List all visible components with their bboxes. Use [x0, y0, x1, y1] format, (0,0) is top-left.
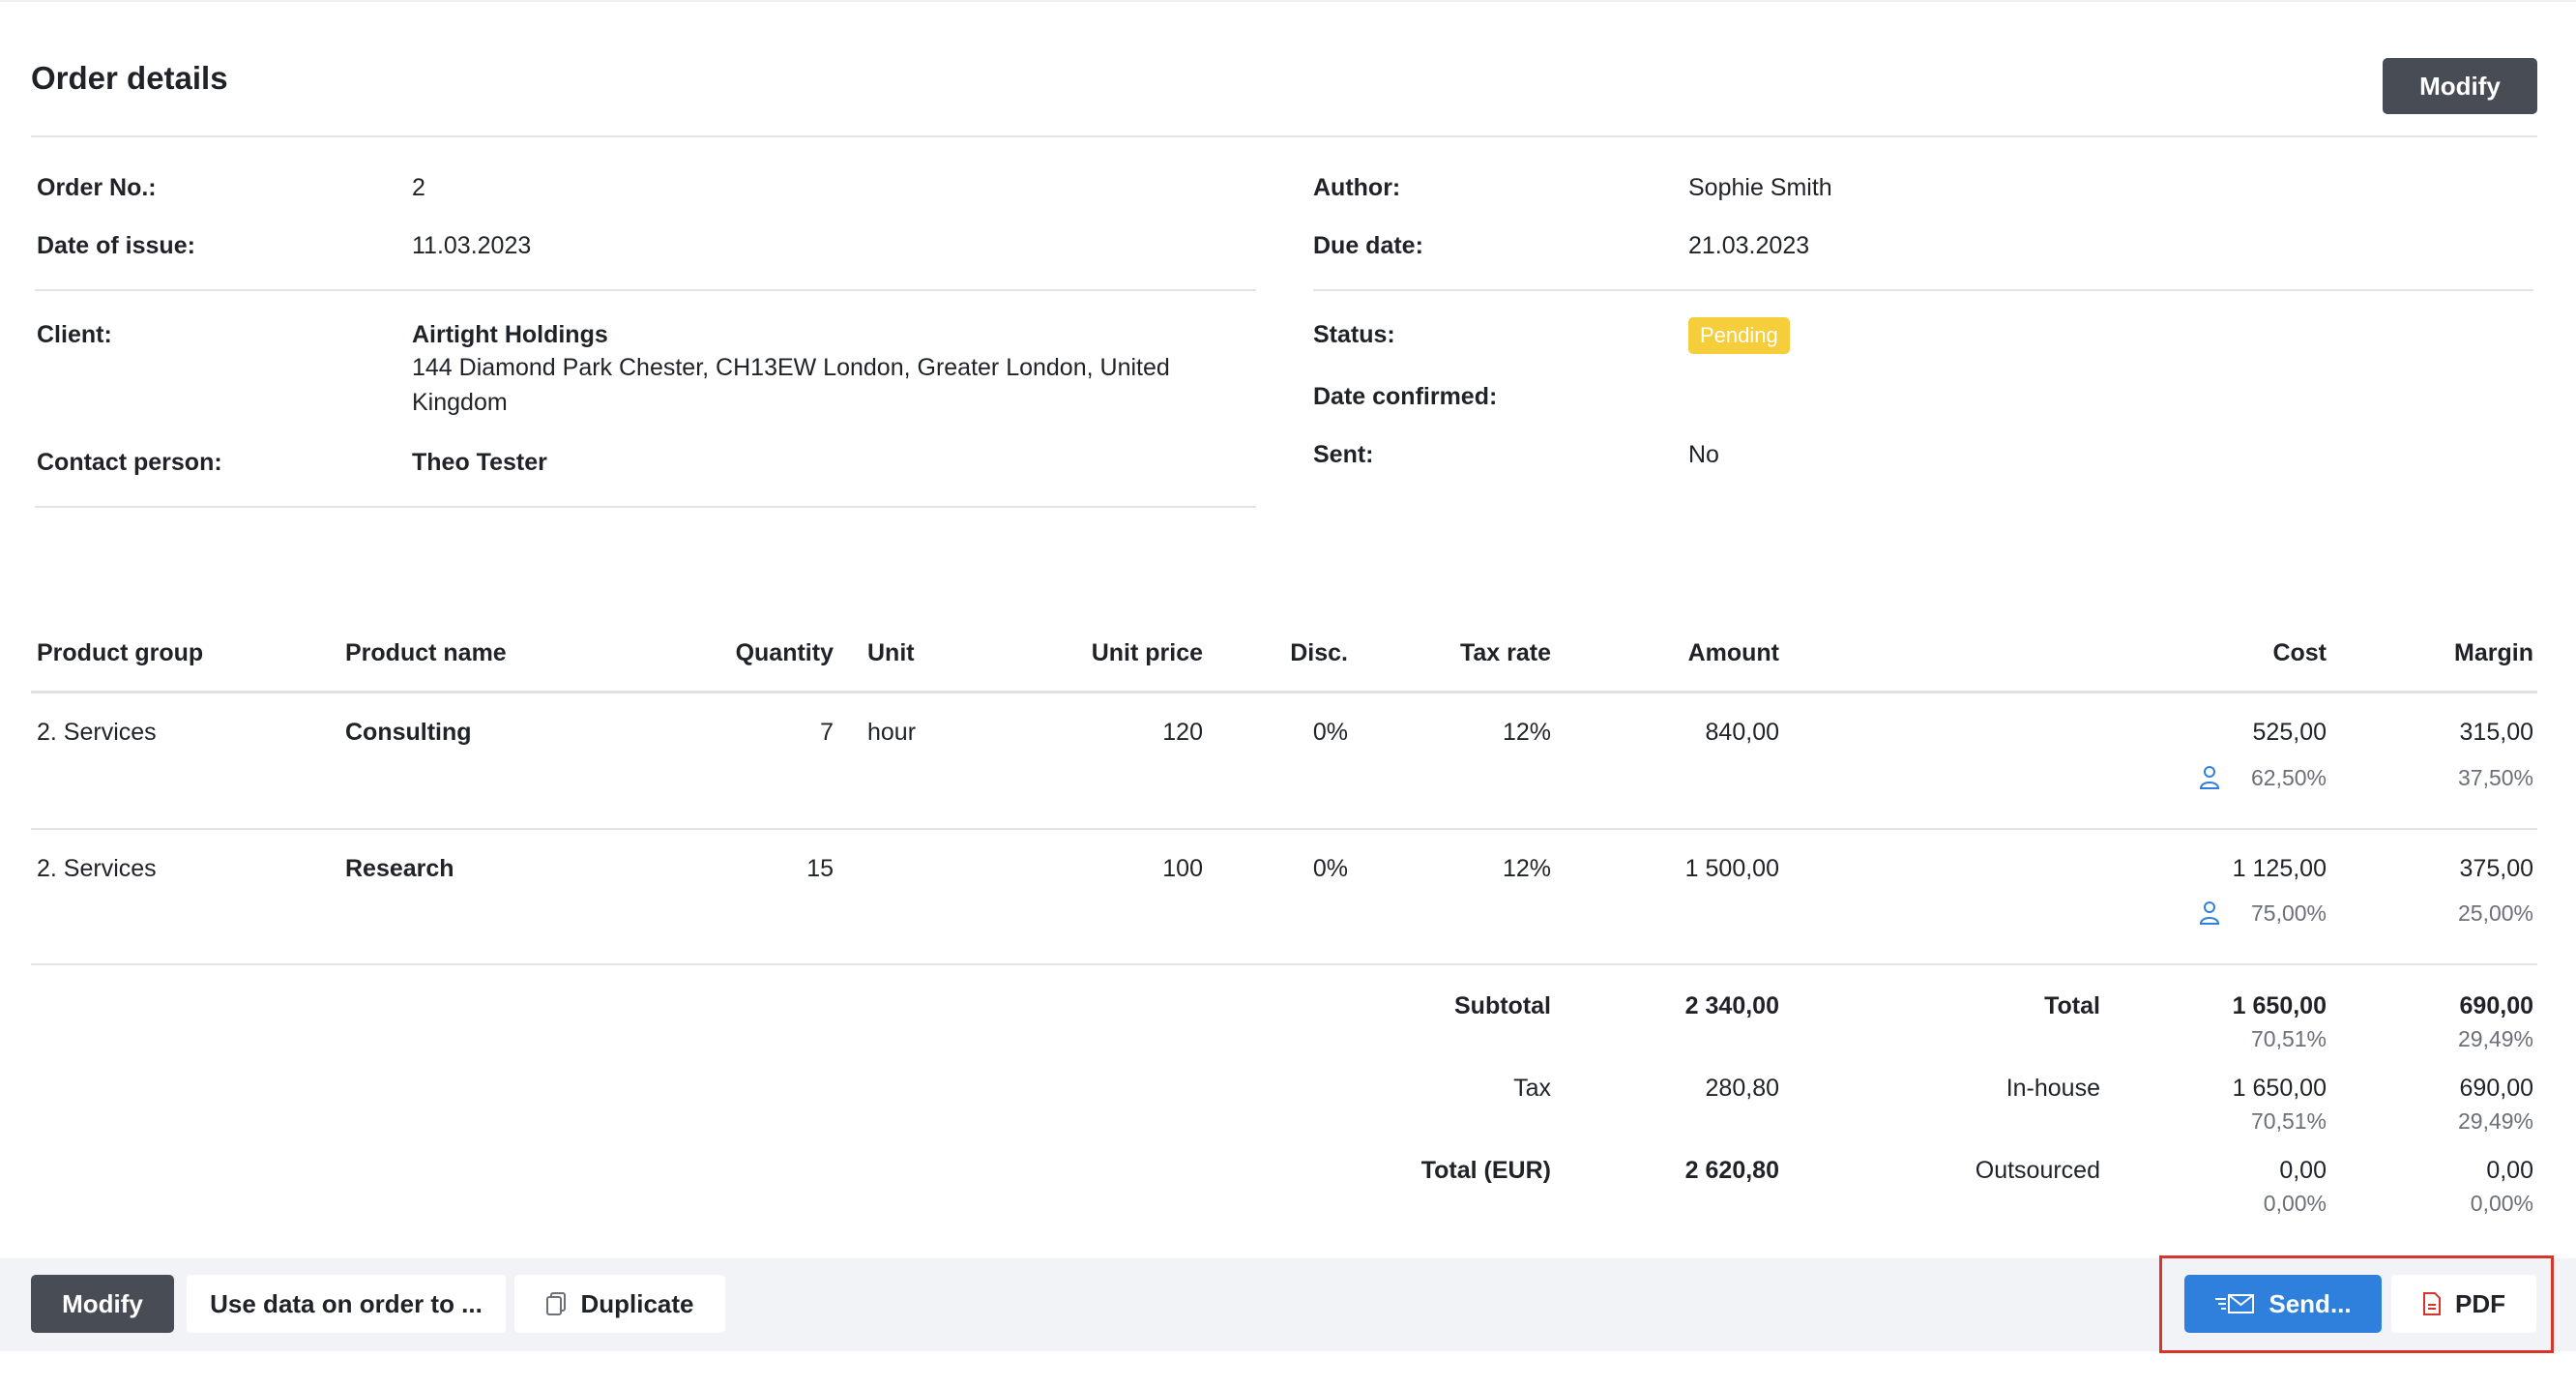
top-border: [0, 0, 2576, 2]
outsourced-cost-pct: 0,00%: [2263, 1191, 2327, 1216]
total-margin-pct: 29,49%: [2457, 1026, 2533, 1051]
details-divider-right: [1313, 289, 2533, 291]
highlight-box: [2159, 1255, 2554, 1353]
row-tax-rate: 12%: [1502, 719, 1551, 746]
subtotal-value: 2 340,00: [1684, 992, 1779, 1019]
row-margin: 315,00: [2459, 719, 2533, 746]
contact-value: Theo Tester: [412, 449, 547, 476]
row-cost-pct: 62,50%: [2250, 765, 2327, 790]
row-unit-price: 100: [1162, 855, 1203, 882]
modify-button-top[interactable]: Modify: [2383, 58, 2537, 114]
inhouse-label: In-house: [2005, 1075, 2100, 1102]
row-quantity: 7: [820, 719, 834, 746]
inhouse-margin-pct: 29,49%: [2457, 1108, 2533, 1134]
row-disc: 0%: [1312, 719, 1348, 746]
total-cost-label: Total: [2044, 992, 2100, 1019]
order-no-value: 2: [412, 174, 425, 201]
client-name: Airtight Holdings: [412, 321, 608, 348]
row-margin-pct: 25,00%: [2457, 900, 2533, 926]
page-title: Order details: [31, 60, 228, 96]
tax-label: Tax: [1513, 1075, 1551, 1102]
row-product-name: Research: [345, 855, 454, 882]
date-confirmed-label: Date confirmed:: [1313, 383, 1498, 410]
col-unit-price: Unit price: [1091, 639, 1203, 666]
duplicate-button[interactable]: Duplicate: [514, 1275, 725, 1333]
order-no-label: Order No.:: [37, 174, 157, 201]
outsourced-margin-pct: 0,00%: [2470, 1191, 2533, 1216]
inhouse-cost-pct: 70,51%: [2250, 1108, 2327, 1134]
date-issue-value: 11.03.2023: [412, 232, 532, 259]
sent-label: Sent:: [1313, 441, 1374, 468]
row-amount: 1 500,00: [1684, 855, 1779, 882]
author-label: Author:: [1313, 174, 1401, 201]
client-label: Client:: [37, 321, 112, 348]
row-quantity: 15: [806, 855, 834, 882]
row-divider: [31, 963, 2537, 965]
row-cost: 1 125,00: [2232, 855, 2327, 882]
outsourced-margin: 0,00: [2486, 1157, 2533, 1184]
row-tax-rate: 12%: [1502, 855, 1551, 882]
col-cost: Cost: [2272, 639, 2327, 666]
total-cost-pct: 70,51%: [2250, 1026, 2327, 1051]
use-data-button[interactable]: Use data on order to ...: [187, 1275, 506, 1333]
col-tax-rate: Tax rate: [1459, 639, 1551, 666]
sent-value: No: [1688, 441, 1719, 468]
modify-button[interactable]: Modify: [31, 1275, 174, 1333]
row-disc: 0%: [1312, 855, 1348, 882]
row-cost: 525,00: [2252, 719, 2327, 746]
row-unit: hour: [867, 719, 917, 746]
total-cost-value: 1 650,00: [2232, 992, 2327, 1019]
col-disc: Disc.: [1290, 639, 1348, 666]
col-quantity: Quantity: [735, 639, 834, 666]
client-address: 144 Diamond Park Chester, CH13EW London,…: [412, 354, 1170, 416]
tax-value: 280,80: [1705, 1075, 1779, 1102]
subtotal-label: Subtotal: [1454, 992, 1551, 1019]
outsourced-label: Outsourced: [1975, 1157, 2100, 1184]
row-margin: 375,00: [2459, 855, 2533, 882]
date-issue-label: Date of issue:: [37, 232, 195, 259]
col-unit: Unit: [867, 639, 915, 666]
author-value: Sophie Smith: [1688, 174, 1832, 201]
row-divider: [31, 828, 2537, 830]
duplicate-icon: [546, 1292, 567, 1315]
person-icon: [2199, 901, 2220, 925]
person-icon: [2199, 766, 2220, 789]
col-product-name: Product name: [345, 639, 507, 666]
row-product-name: Consulting: [345, 719, 472, 746]
due-date-label: Due date:: [1313, 232, 1423, 259]
total-margin-value: 690,00: [2459, 992, 2533, 1019]
col-product-group: Product group: [37, 639, 204, 666]
row-cost-pct: 75,00%: [2250, 900, 2327, 926]
row-group: 2. Services: [37, 719, 157, 746]
details-divider-left: [35, 289, 1256, 291]
outsourced-cost: 0,00: [2279, 1157, 2327, 1184]
header-divider: [31, 135, 2537, 137]
row-amount: 840,00: [1705, 719, 1779, 746]
row-margin-pct: 37,50%: [2457, 765, 2533, 790]
total-eur-value: 2 620,80: [1684, 1157, 1779, 1184]
contact-label: Contact person:: [37, 449, 222, 476]
row-group: 2. Services: [37, 855, 157, 882]
inhouse-margin: 690,00: [2459, 1075, 2533, 1102]
inhouse-cost: 1 650,00: [2232, 1075, 2327, 1102]
col-margin: Margin: [2454, 639, 2533, 666]
due-date-value: 21.03.2023: [1688, 232, 1810, 259]
row-unit-price: 120: [1162, 719, 1203, 746]
table-header-divider: [31, 691, 2537, 694]
total-eur-label: Total (EUR): [1420, 1157, 1551, 1184]
status-label: Status:: [1313, 321, 1395, 348]
duplicate-label: Duplicate: [580, 1288, 694, 1318]
details-divider-left-bottom: [35, 506, 1256, 508]
col-amount: Amount: [1687, 639, 1779, 666]
status-badge: Pending: [1688, 317, 1790, 354]
